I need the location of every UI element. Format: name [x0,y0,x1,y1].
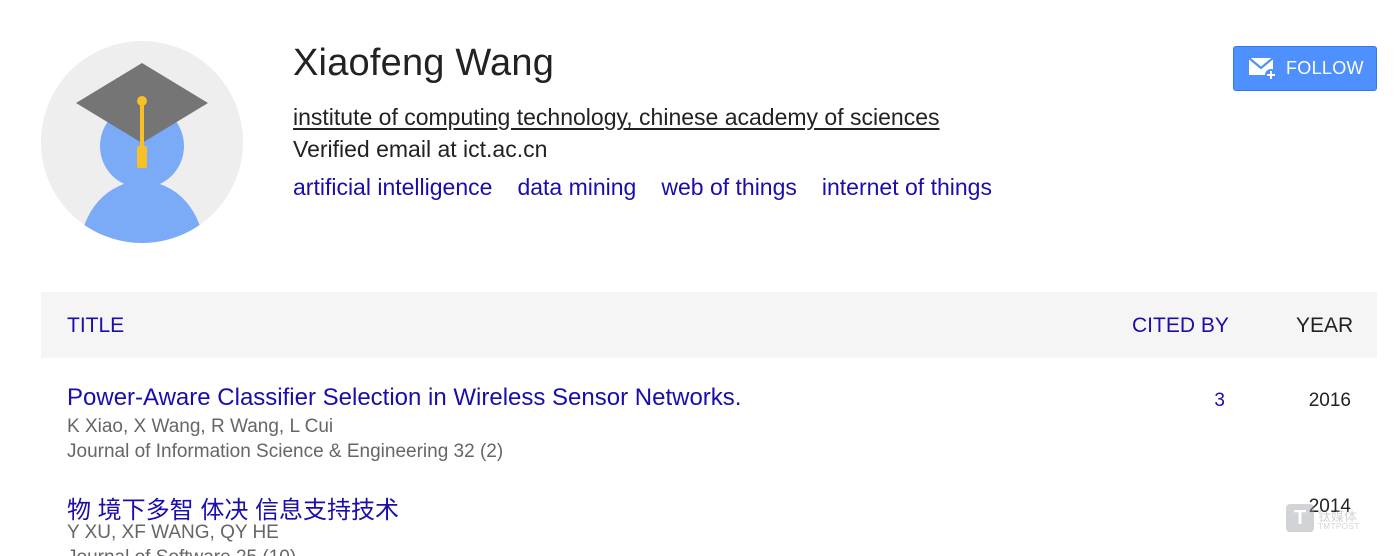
publication-year: 2016 [1308,390,1351,411]
interest-link[interactable]: internet of things [822,174,992,201]
follow-label: FOLLOW [1286,58,1364,78]
cited-by-count[interactable]: 3 [1214,390,1225,412]
follow-button[interactable]: FOLLOW [1233,46,1377,91]
scholar-avatar-icon [41,41,243,243]
affiliation-link[interactable]: institute of computing technology, chine… [293,104,940,131]
mail-plus-icon [1248,56,1277,81]
publications-table-header: TITLE CITED BY YEAR [41,292,1377,358]
sort-by-year[interactable]: YEAR [1296,314,1353,338]
publication-title[interactable]: Power-Aware Classifier Selection in Wire… [67,384,741,412]
publication-venue: Journal of Information Science & Enginee… [67,441,504,462]
publication-authors: Y XU, XF WANG, QY HE [67,522,279,543]
interest-link[interactable]: web of things [661,174,797,201]
watermark-mark: T [1286,504,1314,532]
watermark-sub: TMTPOST [1318,522,1360,531]
research-interests: artificial intelligence data mining web … [293,174,992,201]
publication-title[interactable]: 物 境下多智 体决 信息支持技术 [67,490,399,525]
verified-email: Verified email at ict.ac.cn [293,136,548,162]
profile-name: Xiaofeng Wang [293,42,555,84]
sort-by-cited[interactable]: CITED BY [1132,314,1229,338]
publication-venue: Journal of Software 25 (10) [67,547,296,556]
interest-link[interactable]: artificial intelligence [293,174,492,201]
interest-link[interactable]: data mining [517,174,636,201]
watermark-logo: T 钛媒体 TMTPOST [1286,500,1366,534]
table-row: 物 境下多智 体决 信息支持技术 Y XU, XF WANG, QY HE Jo… [41,490,1377,556]
publication-authors: K Xiao, X Wang, R Wang, L Cui [67,416,334,437]
table-row: Power-Aware Classifier Selection in Wire… [41,384,1377,474]
sort-by-title[interactable]: TITLE [67,314,124,338]
avatar [41,41,243,243]
